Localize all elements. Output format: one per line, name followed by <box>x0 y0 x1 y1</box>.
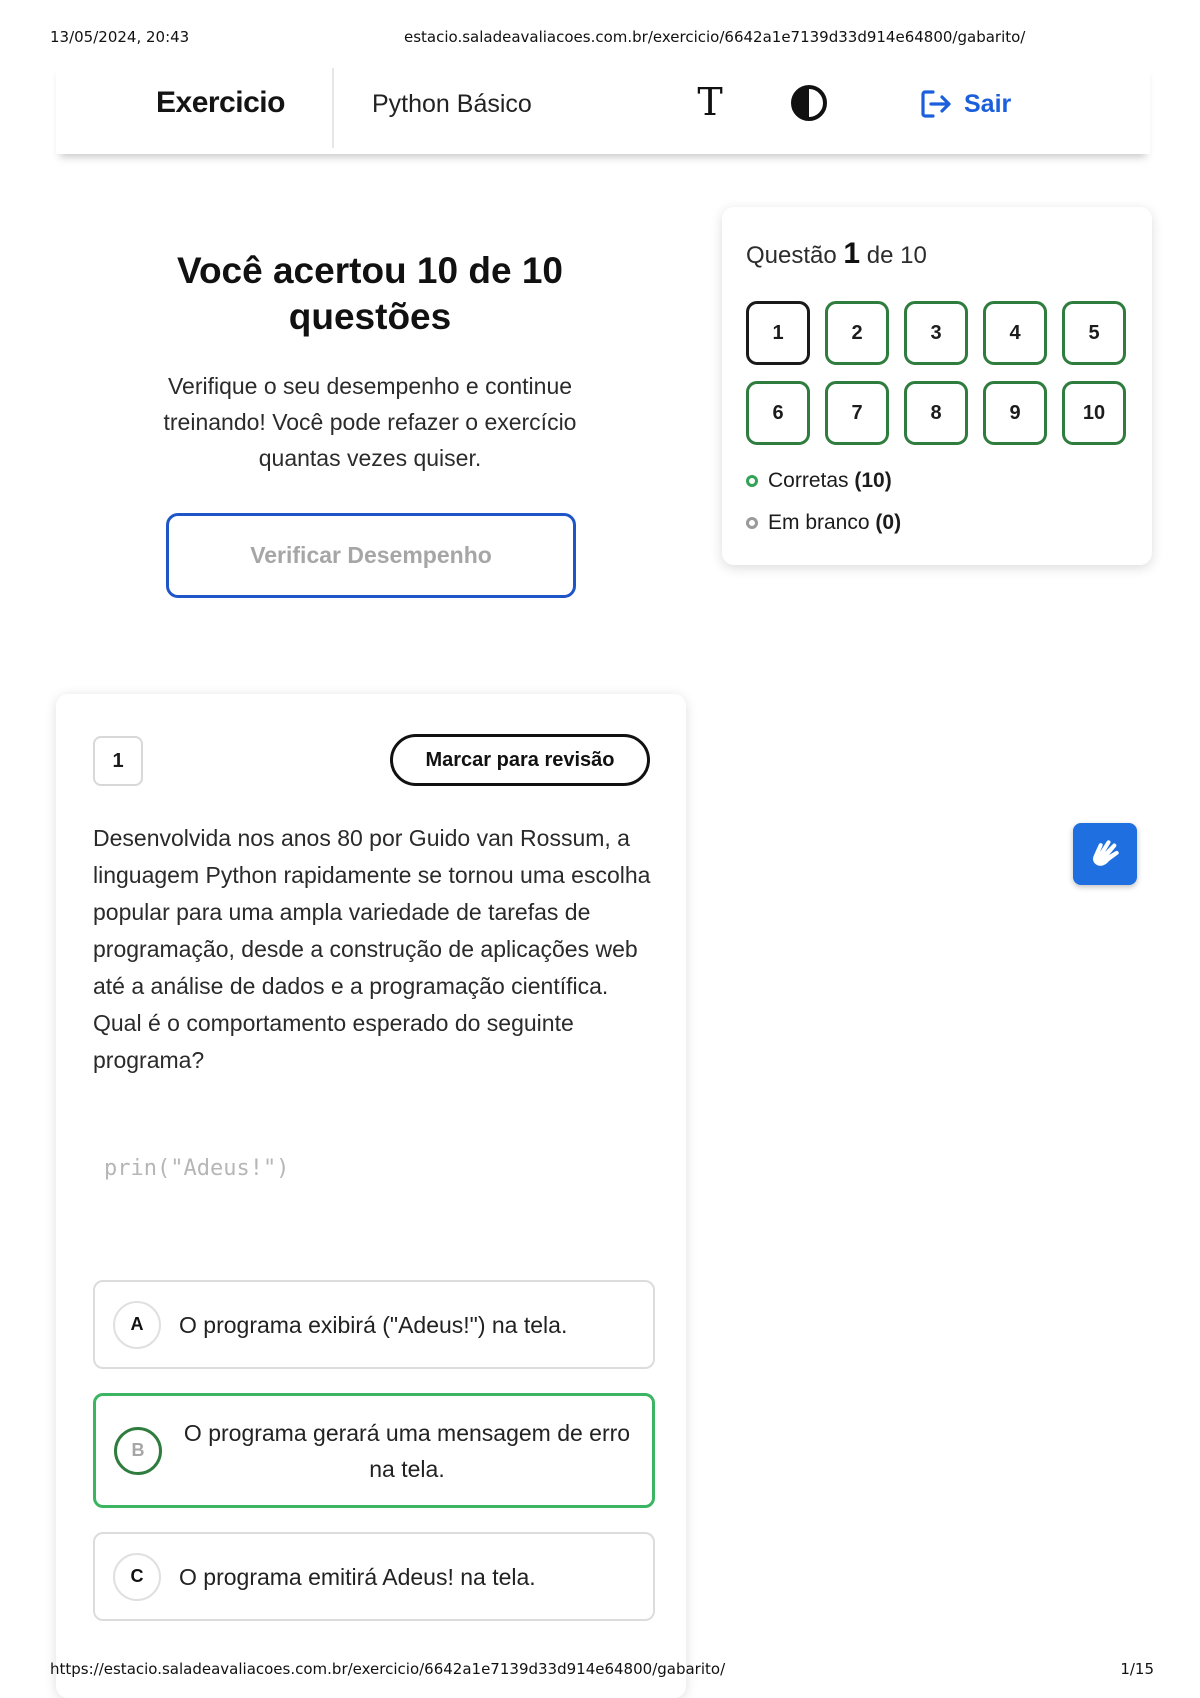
mark-for-review-button[interactable]: Marcar para revisão <box>390 734 650 786</box>
print-datetime: 13/05/2024, 20:43 <box>50 28 190 46</box>
navigator-current-number: 1 <box>843 237 861 270</box>
legend-correct-count: (10) <box>854 469 892 492</box>
result-subtitle: Verifique o seu desempenho e continue tr… <box>163 373 577 471</box>
option-letter: A <box>113 1300 161 1349</box>
app-header: Exercicio Python Básico T Sair <box>56 64 1150 154</box>
print-footer-url: https://estacio.saladeavaliacoes.com.br/… <box>50 1660 726 1678</box>
question-button-10[interactable]: 10 <box>1062 381 1126 445</box>
logout-icon <box>921 90 951 118</box>
navigator-heading-prefix: Questão <box>746 242 837 269</box>
print-header: 13/05/2024, 20:43 estacio.saladeavaliaco… <box>0 28 1200 50</box>
hand-icon <box>1093 840 1119 866</box>
question-button-2[interactable]: 2 <box>825 301 889 365</box>
question-text: Desenvolvida nos anos 80 por Guido van R… <box>93 825 651 1073</box>
question-button-9[interactable]: 9 <box>983 381 1047 445</box>
legend-blank-count: (0) <box>875 511 902 534</box>
text-size-icon[interactable]: T <box>690 80 730 124</box>
logout-label: Sair <box>964 89 1012 118</box>
legend-correct-label: Corretas <box>768 469 849 492</box>
contrast-icon[interactable] <box>790 84 828 122</box>
verify-performance-button[interactable]: Verificar Desempenho <box>166 513 576 598</box>
header-divider <box>332 68 334 148</box>
question-button-1[interactable]: 1 <box>746 301 810 365</box>
legend-blank-label: Em branco <box>768 511 870 534</box>
question-code: prin("Adeus!") <box>104 1156 290 1181</box>
legend-blank: Em branco (0) <box>746 511 901 535</box>
question-number-badge: 1 <box>93 736 143 786</box>
blank-dot-icon <box>746 517 758 529</box>
option-c[interactable]: C O programa emitirá Adeus! na tela. <box>93 1532 655 1621</box>
question-navigator: Questão 1 de 10 1 2 3 4 5 6 7 8 9 10 Cor… <box>722 207 1152 565</box>
option-b-correct[interactable]: B O programa gerará uma mensagem de erro… <box>93 1393 655 1508</box>
question-button-6[interactable]: 6 <box>746 381 810 445</box>
print-url: estacio.saladeavaliacoes.com.br/exercici… <box>404 28 1026 46</box>
option-text: O programa gerará uma mensagem de erro n… <box>183 1419 631 1482</box>
question-button-5[interactable]: 5 <box>1062 301 1126 365</box>
question-grid: 1 2 3 4 5 6 7 8 9 10 <box>746 301 1131 445</box>
question-button-8[interactable]: 8 <box>904 381 968 445</box>
correct-dot-icon <box>746 475 758 487</box>
navigator-heading: Questão 1 de 10 <box>746 237 927 271</box>
option-text: O programa emitirá Adeus! na tela. <box>179 1563 536 1590</box>
option-a[interactable]: A O programa exibirá ("Adeus!") na tela. <box>93 1280 655 1369</box>
navigator-heading-suffix: de 10 <box>866 242 927 269</box>
question-card: 1 Marcar para revisão Desenvolvida nos a… <box>56 694 686 1698</box>
logout-button[interactable]: Sair <box>918 84 1011 124</box>
course-title: Python Básico <box>372 90 532 118</box>
question-button-7[interactable]: 7 <box>825 381 889 445</box>
option-text: O programa exibirá ("Adeus!") na tela. <box>179 1311 568 1338</box>
option-letter: B <box>114 1426 162 1475</box>
sign-language-widget-button[interactable] <box>1073 823 1137 885</box>
print-footer: https://estacio.saladeavaliacoes.com.br/… <box>0 1660 1200 1682</box>
print-page-number: 1/15 <box>1120 1660 1154 1678</box>
result-title: Você acertou 10 de 10 questões <box>177 250 563 337</box>
question-button-4[interactable]: 4 <box>983 301 1047 365</box>
question-button-3[interactable]: 3 <box>904 301 968 365</box>
legend-correct: Corretas (10) <box>746 469 892 493</box>
option-letter: C <box>113 1552 161 1601</box>
brand-title: Exercicio <box>156 86 285 119</box>
